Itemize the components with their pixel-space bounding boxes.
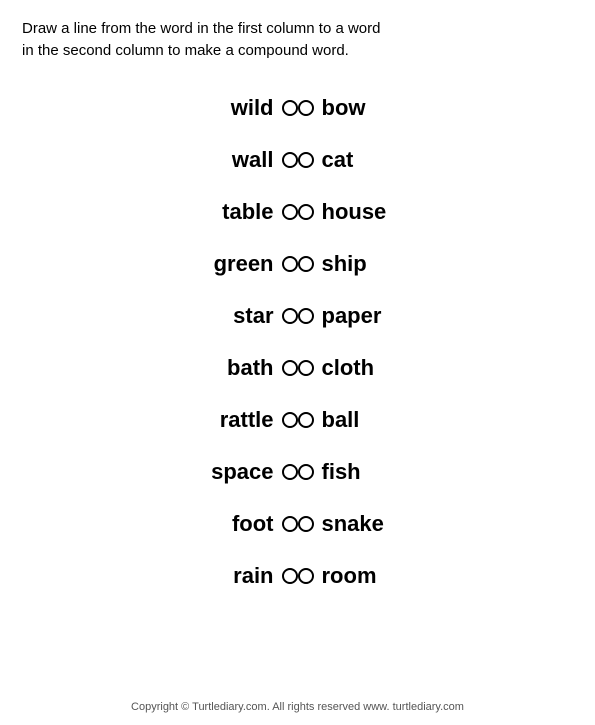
- left-word: space: [211, 459, 273, 485]
- right-circle[interactable]: [298, 360, 314, 376]
- right-word-row: cat: [298, 134, 354, 186]
- left-word: table: [222, 199, 273, 225]
- right-circle[interactable]: [298, 308, 314, 324]
- right-word: ship: [322, 251, 367, 277]
- left-circle[interactable]: [282, 568, 298, 584]
- right-circle[interactable]: [298, 256, 314, 272]
- right-word-row: house: [298, 186, 387, 238]
- left-circle[interactable]: [282, 412, 298, 428]
- left-word-row: green: [214, 238, 298, 290]
- left-word: star: [233, 303, 273, 329]
- left-word: wild: [231, 95, 274, 121]
- instruction-line2: in the second column to make a compound …: [22, 42, 349, 59]
- left-word-row: table: [222, 186, 297, 238]
- right-word: paper: [322, 303, 382, 329]
- right-word-row: paper: [298, 290, 382, 342]
- left-word: foot: [232, 511, 274, 537]
- right-word: cloth: [322, 355, 375, 381]
- right-word: room: [322, 563, 377, 589]
- left-column: wild wall table green star bath rattle space foo…: [38, 82, 298, 602]
- columns-container: wild wall table green star bath rattle space foo…: [38, 82, 558, 602]
- right-circle[interactable]: [298, 204, 314, 220]
- left-word: rain: [233, 563, 273, 589]
- left-circle[interactable]: [282, 204, 298, 220]
- left-circle[interactable]: [282, 256, 298, 272]
- right-word: house: [322, 199, 387, 225]
- right-word-row: cloth: [298, 342, 375, 394]
- right-circle[interactable]: [298, 568, 314, 584]
- right-word-row: ship: [298, 238, 367, 290]
- left-circle[interactable]: [282, 464, 298, 480]
- left-word-row: rattle: [220, 394, 298, 446]
- left-word-row: foot: [232, 498, 298, 550]
- left-circle[interactable]: [282, 100, 298, 116]
- left-circle[interactable]: [282, 360, 298, 376]
- right-circle[interactable]: [298, 412, 314, 428]
- right-circle[interactable]: [298, 100, 314, 116]
- left-circle[interactable]: [282, 308, 298, 324]
- left-word-row: wild: [231, 82, 298, 134]
- right-circle[interactable]: [298, 464, 314, 480]
- right-word: snake: [322, 511, 384, 537]
- right-column: bow cat house ship paper cloth ball fish snake ro…: [298, 82, 558, 602]
- right-word-row: fish: [298, 446, 361, 498]
- instructions: Draw a line from the word in the first c…: [0, 0, 595, 72]
- left-word-row: bath: [227, 342, 297, 394]
- left-word-row: star: [233, 290, 297, 342]
- exercise-area: wild wall table green star bath rattle space foo…: [0, 82, 595, 602]
- right-circle[interactable]: [298, 516, 314, 532]
- right-word: cat: [322, 147, 354, 173]
- right-word: ball: [322, 407, 360, 433]
- right-word-row: snake: [298, 498, 384, 550]
- footer: Copyright © Turtlediary.com. All rights …: [0, 701, 595, 713]
- instruction-line1: Draw a line from the word in the first c…: [22, 20, 380, 37]
- left-word-row: rain: [233, 550, 297, 602]
- left-circle[interactable]: [282, 516, 298, 532]
- left-word-row: wall: [232, 134, 298, 186]
- left-word: green: [214, 251, 274, 277]
- right-word-row: ball: [298, 394, 360, 446]
- right-word: bow: [322, 95, 366, 121]
- right-word: fish: [322, 459, 361, 485]
- left-word: bath: [227, 355, 273, 381]
- right-circle[interactable]: [298, 152, 314, 168]
- right-word-row: room: [298, 550, 377, 602]
- footer-text: Copyright © Turtlediary.com. All rights …: [131, 701, 464, 713]
- left-word: wall: [232, 147, 274, 173]
- right-word-row: bow: [298, 82, 366, 134]
- left-circle[interactable]: [282, 152, 298, 168]
- left-word: rattle: [220, 407, 274, 433]
- left-word-row: space: [211, 446, 297, 498]
